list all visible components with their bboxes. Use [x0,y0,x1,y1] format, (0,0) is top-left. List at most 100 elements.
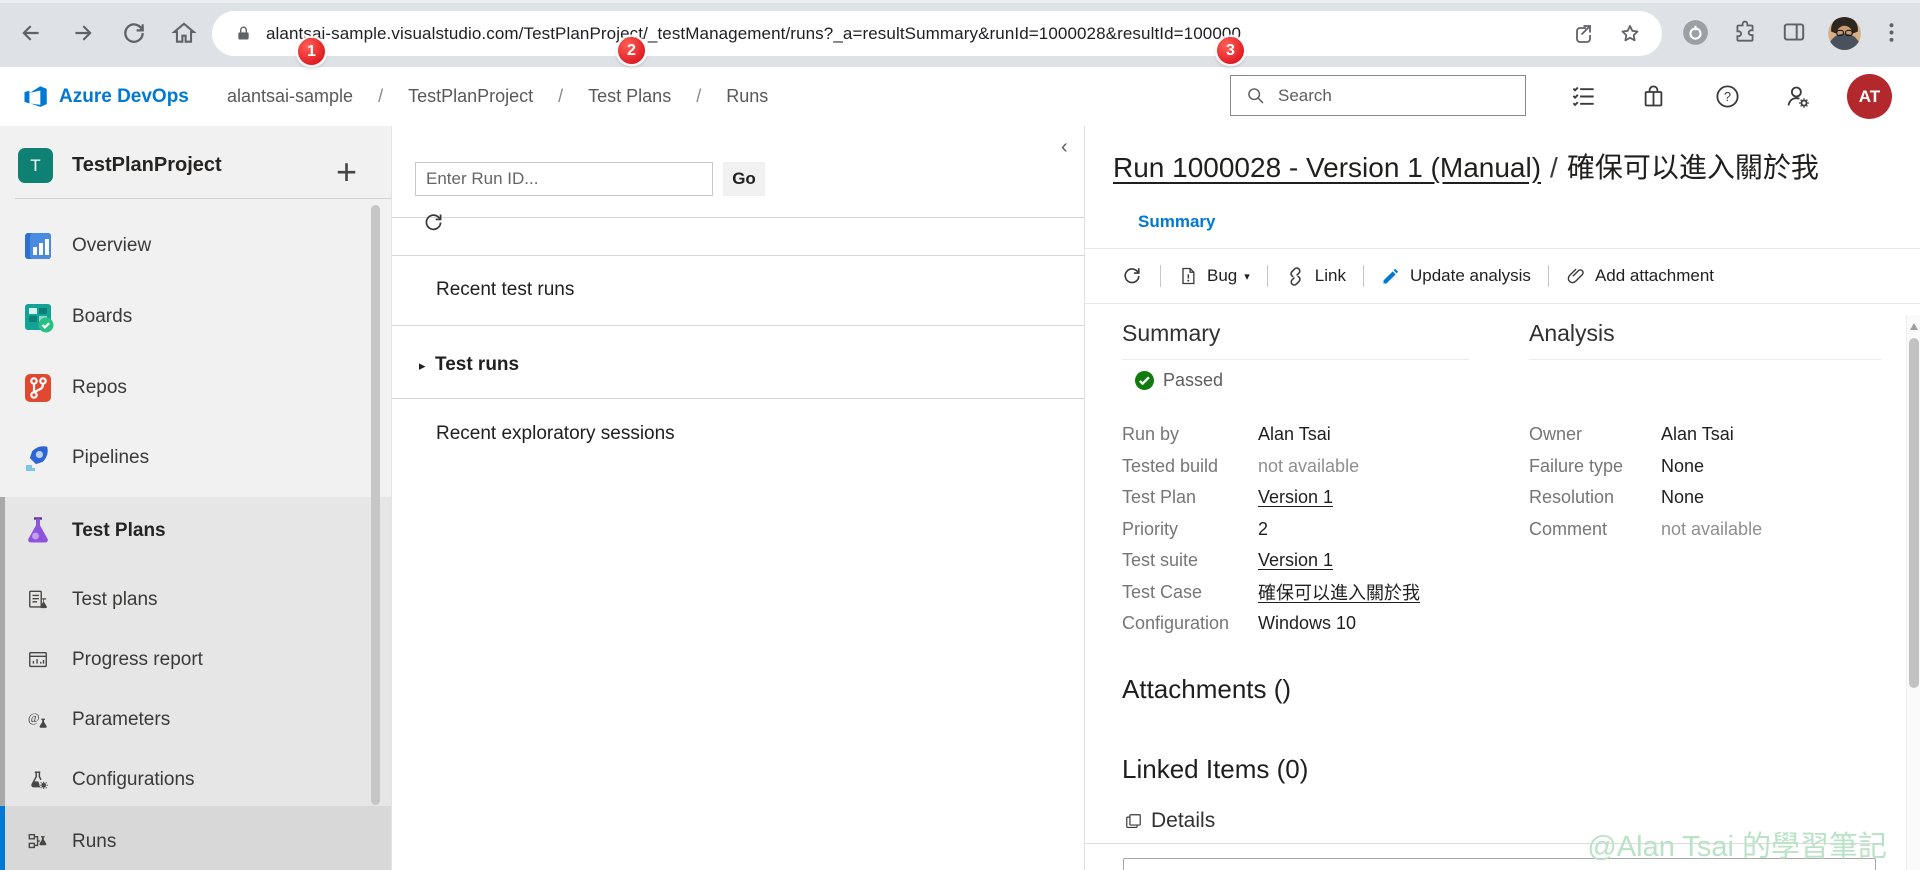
lock-icon [234,24,253,43]
browser-profile-avatar[interactable] [1828,17,1861,50]
field-value: None [1661,487,1705,508]
svg-text:?: ? [1724,89,1731,104]
account-avatar[interactable]: AT [1847,74,1892,119]
sidebar-item-label: Boards [72,306,133,327]
toolbar-separator [1547,265,1549,287]
sidebar-item-label: Progress report [72,649,203,670]
field-label: Run by [1122,424,1180,445]
breadcrumb-test-plans[interactable]: Test Plans [588,86,671,107]
summary-column-heading: Summary [1122,320,1469,360]
field-label: Configuration [1122,613,1230,634]
reload-icon[interactable] [121,20,147,46]
update-analysis-button[interactable]: Update analysis [1381,266,1531,286]
details-windows-icon [1124,812,1143,831]
field-label: Comment [1529,518,1608,539]
field-value: Alan Tsai [1258,424,1331,445]
parameters-icon: @ [26,708,50,732]
bug-button[interactable]: Bug ▾ [1178,266,1250,286]
refresh-result-button[interactable] [1121,265,1143,287]
bug-document-icon [1178,266,1198,286]
side-panel-icon[interactable] [1781,19,1807,45]
field-value: not available [1661,518,1763,539]
details-expander[interactable]: Details [1124,809,1215,833]
link-button-label: Link [1314,266,1346,285]
sidebar-item-label: Overview [72,235,152,256]
toolbar-separator [1160,265,1161,287]
search-box[interactable] [1230,75,1526,116]
refresh-runs-icon[interactable] [422,211,445,234]
link-chain-icon [1285,266,1306,287]
home-icon[interactable] [171,20,197,46]
pipelines-icon [20,440,56,476]
breadcrumb-org[interactable]: alantsai-sample [227,86,353,107]
annotation-badge-3: 3 [1217,37,1244,64]
sidebar-item-runs[interactable]: Runs [0,807,391,870]
tab-summary[interactable]: Summary [1138,212,1215,232]
sidebar-item-test-plans[interactable]: Test Plans [0,496,391,566]
browser-menu-kebab-icon[interactable] [1879,20,1905,46]
sidebar-item-boards[interactable]: Boards [0,282,391,352]
field-label: Resolution [1529,487,1615,508]
overview-icon [20,228,56,264]
run-title-link[interactable]: Run 1000028 - Version 1 (Manual) [1113,152,1541,183]
work-items-list-icon[interactable] [1570,83,1597,110]
run-id-input[interactable] [415,162,713,196]
test-plan-link[interactable]: Version 1 [1258,487,1333,508]
list-group-test-runs[interactable]: Test runs [435,354,519,376]
annotation-badge-2: 2 [618,37,645,64]
test-suite-link[interactable]: Version 1 [1258,550,1333,571]
breadcrumb-runs[interactable]: Runs [726,86,768,107]
chevron-down-icon: ▾ [1244,270,1250,283]
divider [15,198,391,199]
url-bar[interactable]: alantsai-sample.visualstudio.com/TestPla… [212,11,1662,56]
collapse-panel-icon[interactable]: ‹ [1061,136,1068,159]
list-item-recent-exploratory-sessions[interactable]: Recent exploratory sessions [436,423,675,445]
project-sidebar: T TestPlanProject + Overview Boards Repo… [0,126,391,870]
pencil-icon [1381,266,1401,286]
azure-devops-home-link[interactable]: Azure DevOps [22,67,189,126]
progress-report-icon [26,648,50,672]
test-plans-icon [20,513,56,549]
extensions-puzzle-icon[interactable] [1732,19,1758,45]
configurations-icon [26,768,50,792]
expander-triangle-icon[interactable]: ▸ [419,358,426,374]
url-text: alantsai-sample.visualstudio.com/TestPla… [266,23,1242,43]
sidebar-item-overview[interactable]: Overview [0,211,391,281]
field-value: None [1661,455,1705,476]
field-label: Failure type [1529,455,1624,476]
runs-icon [26,830,50,854]
link-button[interactable]: Link [1285,266,1346,287]
add-attachment-button[interactable]: Add attachment [1566,266,1714,286]
sidebar-item-configurations[interactable]: Configurations [0,745,391,815]
extension-disc-icon[interactable] [1682,19,1708,45]
test-case-link[interactable]: 確保可以進入關於我 [1258,579,1420,605]
field-row: Priority 2 [1122,514,1420,546]
list-item-recent-test-runs[interactable]: Recent test runs [436,279,574,301]
result-scrollbar-thumb[interactable] [1909,338,1919,688]
paperclip-icon [1566,266,1586,286]
screen: alantsai-sample.visualstudio.com/TestPla… [0,0,1920,870]
breadcrumb-project[interactable]: TestPlanProject [408,86,533,107]
sidebar-item-repos[interactable]: Repos [0,353,391,423]
divider [392,255,1084,256]
svg-text:@: @ [28,711,40,725]
forward-icon[interactable] [70,20,96,46]
azure-devops-header: Azure DevOps alantsai-sample / TestPlanP… [0,67,1920,127]
share-icon[interactable] [1570,22,1594,46]
user-settings-icon[interactable] [1784,83,1811,110]
project-avatar: T [18,148,53,183]
analysis-column-heading: Analysis [1529,320,1881,360]
sidebar-item-pipelines[interactable]: Pipelines [0,423,391,493]
add-project-button[interactable]: + [336,154,357,190]
bookmark-star-icon[interactable] [1618,22,1642,46]
back-icon[interactable] [18,20,44,46]
breadcrumb: alantsai-sample / TestPlanProject / Test… [227,67,768,126]
test-plans-doc-icon [26,588,50,612]
field-row: Tested build not available [1122,451,1420,483]
search-input[interactable] [1276,84,1480,107]
marketplace-bag-icon[interactable] [1640,83,1667,110]
divider [1085,303,1920,304]
go-button[interactable]: Go [723,162,765,196]
scrollbar-up-arrow-icon[interactable] [1910,323,1918,330]
help-icon[interactable]: ? [1714,83,1741,110]
